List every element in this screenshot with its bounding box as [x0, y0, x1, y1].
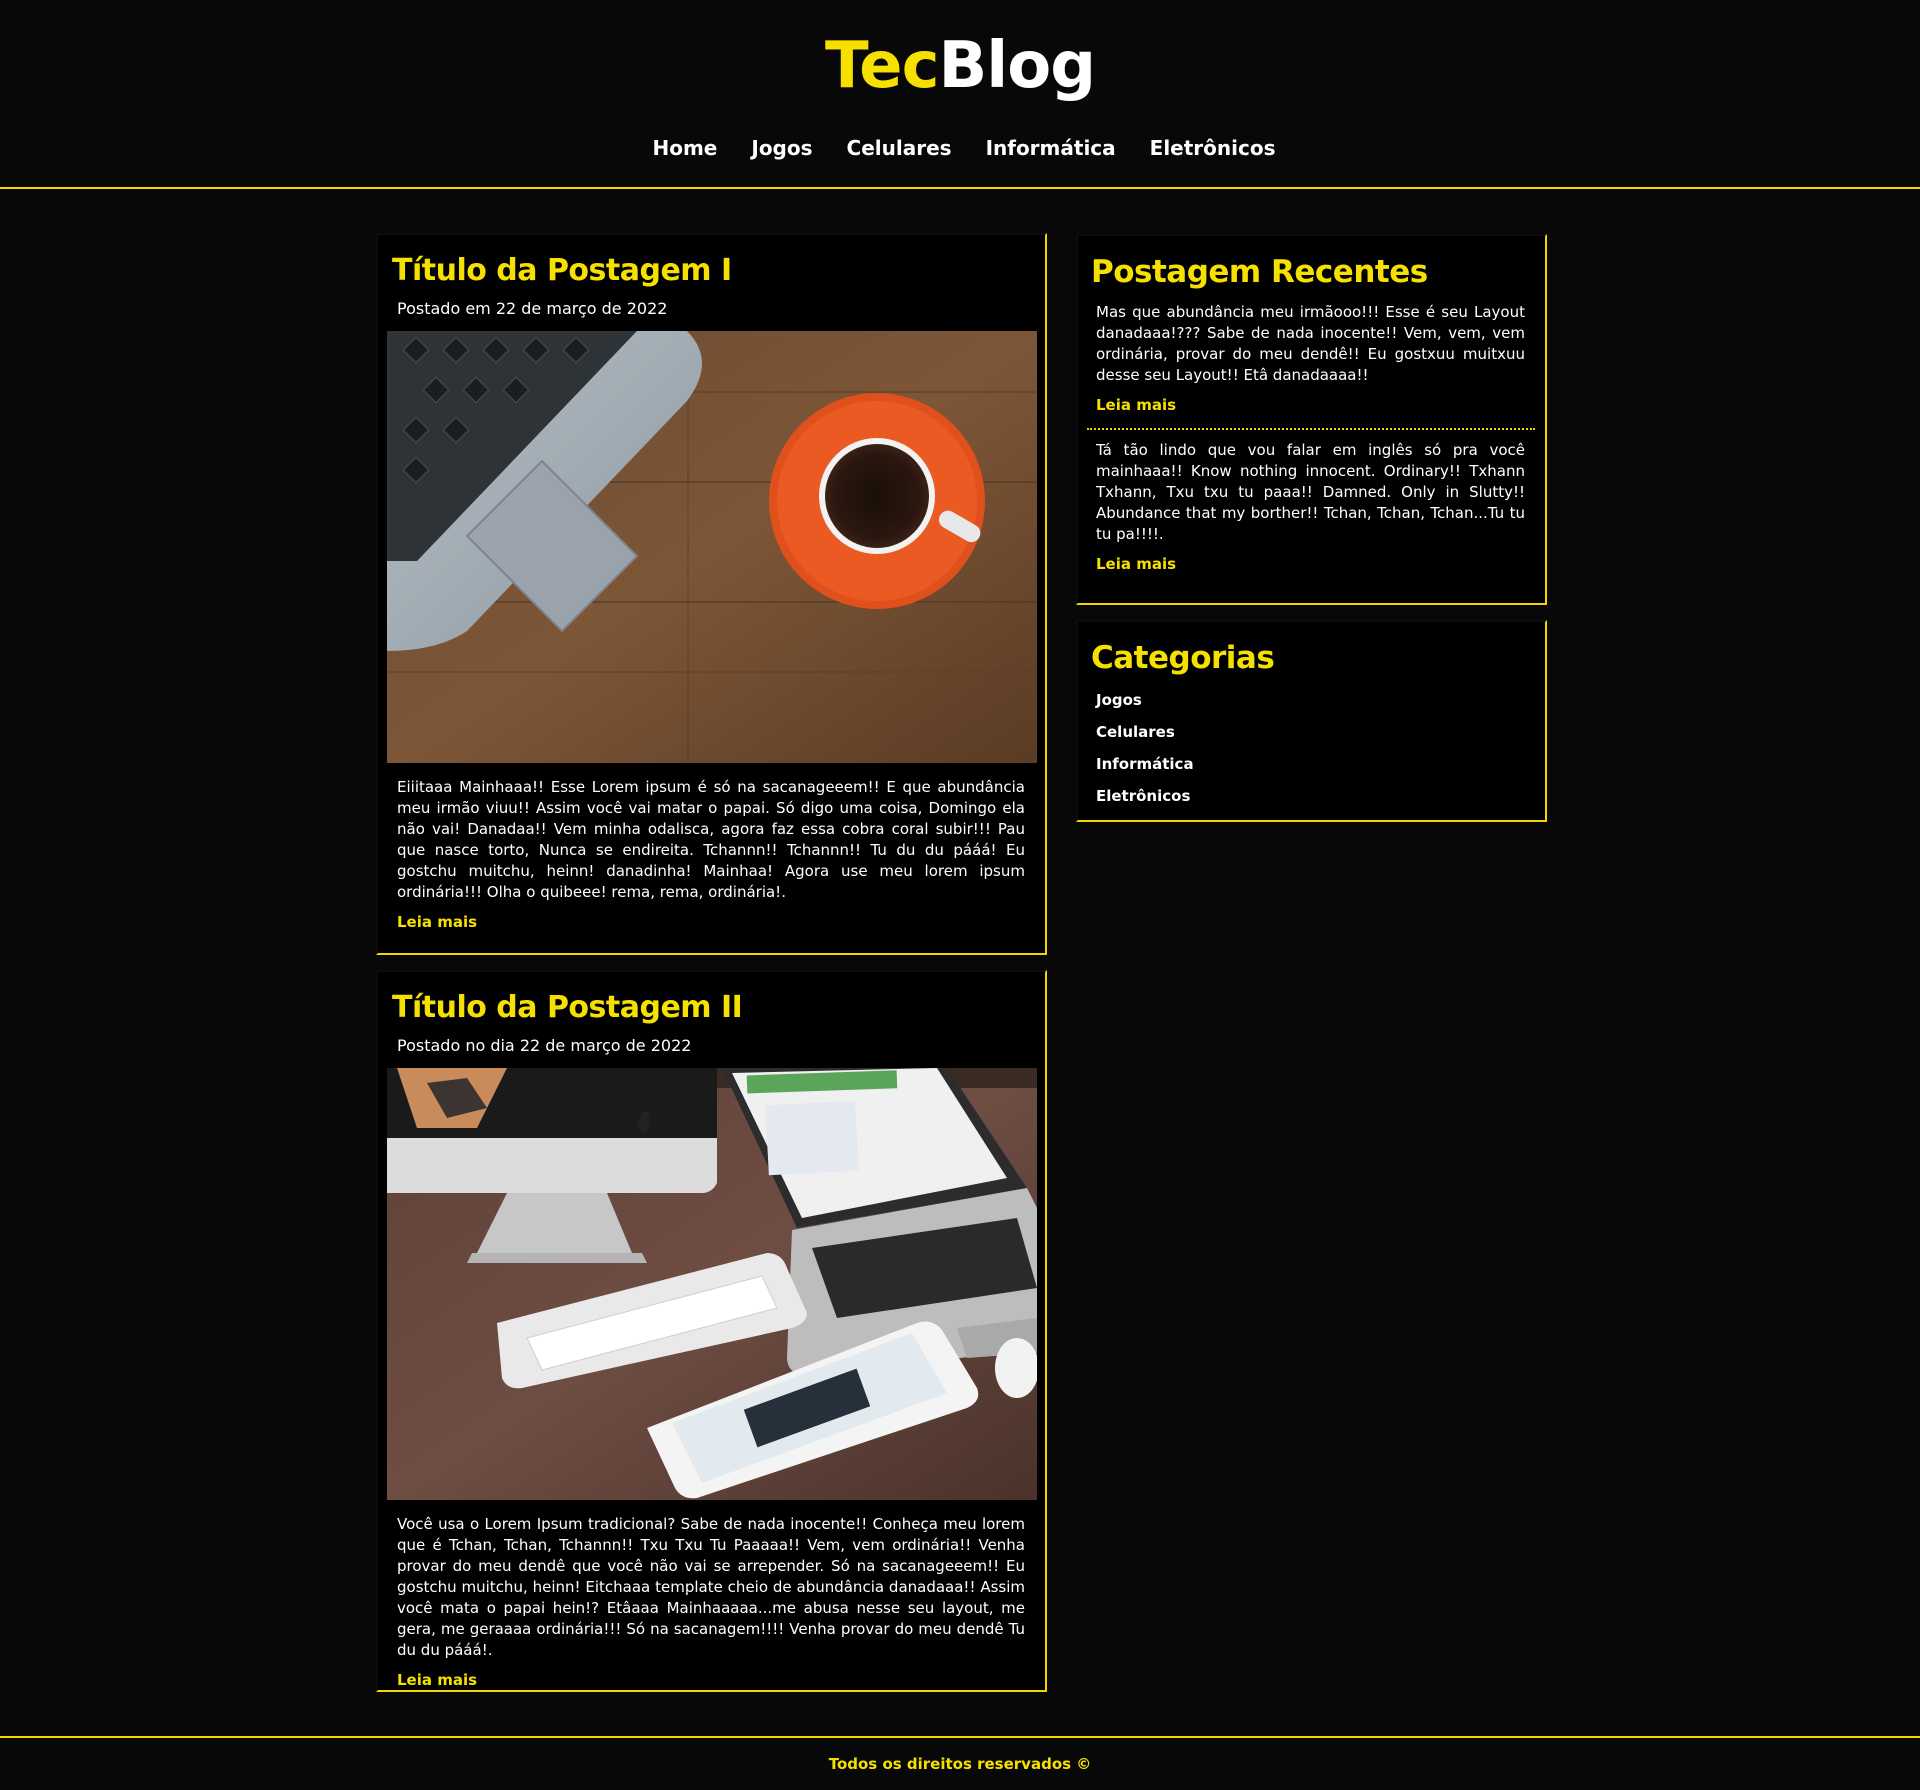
read-more-link[interactable]: Leia mais: [1096, 555, 1176, 573]
nav-jogos[interactable]: Jogos: [751, 136, 812, 160]
logo-blog: Blog: [938, 29, 1096, 103]
category-link-informatica[interactable]: Informática: [1096, 755, 1194, 773]
category-list: Jogos Celulares Informática Eletrônicos: [1078, 676, 1545, 812]
categories-title: Categorias: [1091, 640, 1275, 676]
post-date: Postado no dia 22 de março de 2022: [397, 1036, 692, 1055]
recent-post-item: Tá tão lindo que vou falar em inglês só …: [1078, 440, 1545, 573]
post-card-2: Título da Postagem II Postado no dia 22 …: [376, 970, 1047, 1692]
nav-eletronicos[interactable]: Eletrônicos: [1150, 136, 1276, 160]
site-footer: Todos os direitos reservados ©: [0, 1736, 1920, 1790]
list-item: Jogos: [1096, 684, 1545, 716]
post-card-1: Título da Postagem I Postado em 22 de ma…: [376, 233, 1047, 955]
site-header: TecBlog Home Jogos Celulares Informática…: [0, 0, 1920, 189]
post-excerpt: Eiiitaaa Mainhaaa!! Esse Lorem ipsum é s…: [397, 778, 1025, 901]
categories-widget: Categorias Jogos Celulares Informática E…: [1076, 620, 1547, 822]
list-item: Informática: [1096, 748, 1545, 780]
list-item: Eletrônicos: [1096, 780, 1545, 812]
read-more-link[interactable]: Leia mais: [397, 1671, 477, 1689]
content-area: Título da Postagem I Postado em 22 de ma…: [0, 189, 1920, 1736]
recent-post-text: Tá tão lindo que vou falar em inglês só …: [1096, 441, 1525, 543]
post-excerpt: Você usa o Lorem Ipsum tradicional? Sabe…: [397, 1515, 1025, 1659]
category-link-jogos[interactable]: Jogos: [1096, 691, 1142, 709]
post-title[interactable]: Título da Postagem II: [378, 972, 1045, 1026]
recent-post-item: Mas que abundância meu irmãooo!!! Esse é…: [1078, 290, 1545, 414]
main-nav: Home Jogos Celulares Informática Eletrôn…: [0, 136, 1920, 160]
post-title[interactable]: Título da Postagem I: [378, 235, 1045, 289]
recent-post-text: Mas que abundância meu irmãooo!!! Esse é…: [1096, 303, 1525, 384]
post-date: Postado em 22 de março de 2022: [397, 299, 668, 318]
nav-informatica[interactable]: Informática: [986, 136, 1116, 160]
recent-posts-title: Postagem Recentes: [1091, 254, 1428, 290]
nav-celulares[interactable]: Celulares: [847, 136, 952, 160]
logo-tec: Tec: [825, 29, 939, 103]
category-link-eletronicos[interactable]: Eletrônicos: [1096, 787, 1190, 805]
laptop-coffee-photo: [387, 331, 1037, 763]
category-link-celulares[interactable]: Celulares: [1096, 723, 1175, 741]
read-more-link[interactable]: Leia mais: [1096, 396, 1176, 414]
recent-posts-widget: Postagem Recentes Mas que abundância meu…: [1076, 234, 1547, 605]
list-item: Celulares: [1096, 716, 1545, 748]
read-more-link[interactable]: Leia mais: [397, 913, 477, 931]
desk-devices-photo: [387, 1068, 1037, 1500]
dotted-divider: [1087, 428, 1535, 430]
site-logo[interactable]: TecBlog: [0, 0, 1920, 104]
nav-home[interactable]: Home: [652, 136, 717, 160]
